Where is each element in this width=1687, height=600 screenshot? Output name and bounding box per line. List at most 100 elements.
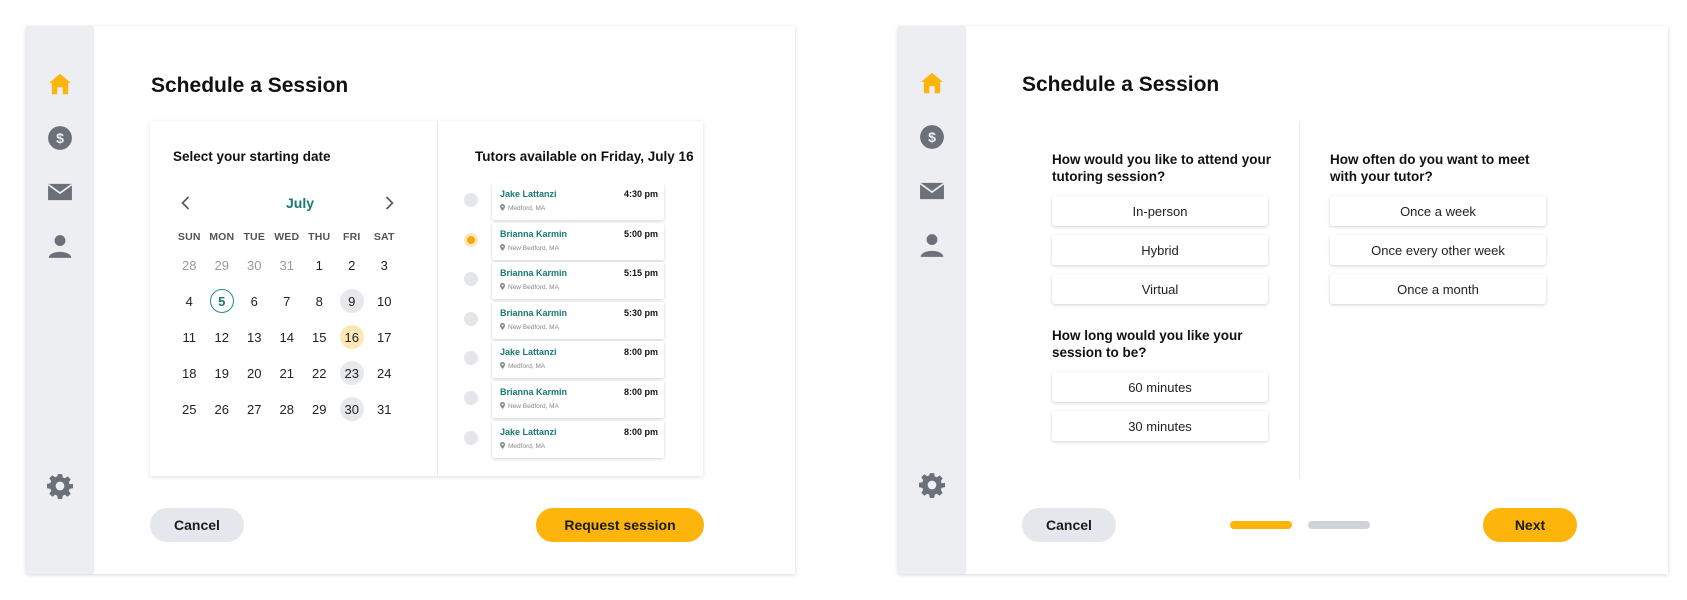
page-title: Schedule a Session (151, 74, 349, 97)
slot-radio[interactable] (464, 232, 478, 247)
calendar-day[interactable]: 1 (303, 253, 336, 277)
day-number: 23 (339, 361, 364, 385)
calendar-day[interactable]: 28 (271, 397, 304, 421)
option-virtual[interactable]: Virtual (1052, 274, 1268, 304)
slot-radio[interactable] (464, 311, 478, 326)
slot-radio[interactable] (464, 430, 478, 445)
tutor-location-text: New Bedford, MA (508, 284, 559, 292)
tutor-slot[interactable]: Jake Lattanzi 8:00 pm Medford, MA (455, 420, 695, 459)
user-icon[interactable] (47, 233, 73, 259)
option-60-minutes[interactable]: 60 minutes (1052, 372, 1268, 402)
calendar-day[interactable]: 4 (173, 289, 206, 313)
slot-radio[interactable] (464, 272, 478, 287)
calendar-day[interactable]: 24 (368, 361, 401, 385)
calendar-day[interactable]: 2 (336, 253, 369, 277)
dollar-icon[interactable]: $ (47, 125, 73, 151)
calendar-day[interactable]: 3 (368, 253, 401, 277)
tutor-card[interactable]: Jake Lattanzi 8:00 pm Medford, MA (492, 341, 664, 379)
tutor-slot[interactable]: Brianna Karmin 5:15 pm New Bedford, MA (455, 262, 695, 300)
tutor-card[interactable]: Brianna Karmin 5:15 pm New Bedford, MA (492, 262, 664, 300)
calendar-day[interactable]: 16 (336, 325, 369, 349)
mail-icon[interactable] (47, 179, 73, 205)
option-once-a-month[interactable]: Once a month (1330, 274, 1546, 304)
calendar-day[interactable]: 6 (238, 289, 271, 313)
calendar-day[interactable]: 28 (173, 253, 206, 277)
calendar-day[interactable]: 14 (271, 325, 304, 349)
calendar-day[interactable]: 29 (303, 397, 336, 421)
chevron-left-icon (181, 196, 190, 210)
day-number: 16 (339, 325, 364, 349)
calendar-day[interactable]: 5 (206, 289, 239, 313)
home-icon[interactable] (47, 71, 73, 97)
request-session-button[interactable]: Request session (536, 508, 704, 542)
calendar-day[interactable]: 30 (238, 253, 271, 277)
tutor-card[interactable]: Brianna Karmin 5:30 pm New Bedford, MA (492, 301, 664, 339)
calendar-day[interactable]: 31 (271, 253, 304, 277)
calendar-day[interactable]: 9 (336, 289, 369, 313)
calendar-day[interactable]: 25 (173, 397, 206, 421)
column-divider (1299, 123, 1300, 478)
next-button[interactable]: Next (1483, 508, 1577, 542)
day-number: 5 (209, 289, 234, 313)
tutor-card[interactable]: Jake Lattanzi 4:30 pm Medford, MA (492, 183, 664, 220)
calendar-day[interactable]: 15 (303, 325, 336, 349)
day-number: 15 (312, 329, 327, 345)
calendar-day[interactable]: 27 (238, 397, 271, 421)
user-icon[interactable] (919, 232, 945, 258)
option-once-every-other-week[interactable]: Once every other week (1330, 235, 1546, 265)
option-once-a-week[interactable]: Once a week (1330, 196, 1546, 226)
tutor-name: Brianna Karmin (500, 307, 568, 318)
tutor-slot[interactable]: Brianna Karmin 5:30 pm New Bedford, MA (455, 301, 695, 340)
calendar-day[interactable]: 22 (303, 361, 336, 385)
calendar-day[interactable]: 31 (368, 397, 401, 421)
month-label: July (285, 195, 314, 211)
tutor-slot[interactable]: Jake Lattanzi 4:30 pm Medford, MA (455, 183, 695, 221)
mail-icon[interactable] (919, 178, 945, 204)
weekday-label: SAT (373, 231, 395, 243)
tutor-slot[interactable]: Brianna Karmin 5:00 pm New Bedford, MA (455, 222, 695, 261)
calendar-day[interactable]: 10 (368, 289, 401, 313)
tutor-card[interactable]: Brianna Karmin 5:00 pm New Bedford, MA (492, 222, 664, 260)
cancel-button[interactable]: Cancel (150, 508, 244, 542)
calendar-day[interactable]: 20 (238, 361, 271, 385)
tutor-card[interactable]: Jake Lattanzi 8:00 pm Medford, MA (492, 420, 664, 458)
slot-radio[interactable] (464, 391, 478, 405)
calendar-day[interactable]: 19 (206, 361, 239, 385)
cancel-button[interactable]: Cancel (1022, 508, 1116, 542)
previous-month-button[interactable] (176, 193, 196, 213)
calendar-day[interactable]: 12 (206, 325, 239, 349)
weekday-label: THU (308, 231, 331, 243)
dollar-icon[interactable]: $ (919, 124, 945, 150)
calendar-day[interactable]: 30 (336, 397, 369, 421)
gear-icon[interactable] (919, 472, 945, 498)
option-hybrid[interactable]: Hybrid (1052, 235, 1268, 265)
day-number: 11 (182, 329, 197, 345)
calendar-day[interactable]: 11 (173, 325, 206, 349)
tutor-time: 4:30 pm (623, 189, 658, 199)
option-in-person[interactable]: In-person (1052, 196, 1268, 226)
next-month-button[interactable] (379, 193, 399, 213)
weekday-label: FRI (342, 231, 361, 243)
option-30-minutes[interactable]: 30 minutes (1052, 411, 1268, 441)
gear-icon[interactable] (47, 473, 73, 499)
tutor-slot-list[interactable]: Jake Lattanzi 4:30 pm Medford, MA Brianna K… (455, 183, 695, 476)
calendar-day[interactable]: 21 (271, 361, 304, 385)
calendar-day[interactable]: 13 (238, 325, 271, 349)
tutor-location: New Bedford, MA (500, 402, 559, 410)
calendar-day[interactable]: 17 (368, 325, 401, 349)
tutor-card[interactable]: Brianna Karmin 8:00 pm New Bedford, MA (492, 381, 664, 418)
slot-radio[interactable] (464, 351, 478, 366)
calendar-day[interactable]: 8 (303, 289, 336, 313)
day-number: 22 (312, 365, 327, 381)
calendar-day[interactable]: 26 (206, 397, 239, 421)
tutor-location: Medford, MA (500, 362, 545, 370)
calendar-day[interactable]: 29 (206, 253, 239, 277)
tutor-slot[interactable]: Jake Lattanzi 8:00 pm Medford, MA (455, 341, 695, 379)
day-number: 20 (247, 365, 262, 381)
home-icon[interactable] (919, 70, 945, 96)
calendar-day[interactable]: 23 (336, 361, 369, 385)
calendar-day[interactable]: 7 (271, 289, 304, 313)
slot-radio[interactable] (464, 193, 478, 207)
tutor-slot[interactable]: Brianna Karmin 8:00 pm New Bedford, MA (455, 381, 695, 419)
calendar-day[interactable]: 18 (173, 361, 206, 385)
